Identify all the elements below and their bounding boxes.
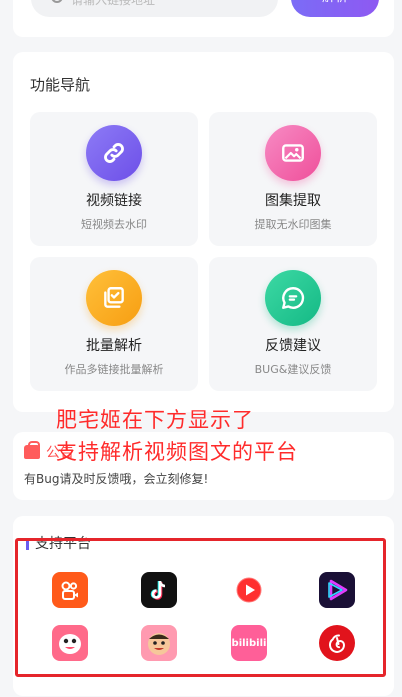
tile-subtitle: 提取无水印图集 xyxy=(254,218,332,231)
batch-icon xyxy=(86,270,142,326)
tile-title: 反馈建议 xyxy=(265,338,321,354)
tile-batch-parse[interactable]: 批量解析 作品多链接批量解析 xyxy=(30,257,198,391)
tile-title: 图集提取 xyxy=(265,193,321,209)
search-card: 请输入链接地址 解析 xyxy=(13,0,394,37)
kuaishou-icon[interactable] xyxy=(52,572,88,608)
tile-title: 批量解析 xyxy=(86,338,142,354)
search-placeholder: 请输入链接地址 xyxy=(71,0,156,7)
tile-subtitle: 作品多链接批量解析 xyxy=(64,363,164,376)
link-icon xyxy=(86,125,142,181)
tile-video-link[interactable]: 视频链接 短视频去水印 xyxy=(30,112,198,246)
bilibili-wordmark: bilibili xyxy=(231,637,267,649)
annotation-line-2: 支持解析视频图文的平台 xyxy=(56,440,298,464)
tile-title: 视频链接 xyxy=(86,193,142,209)
section-title: 功能导航 xyxy=(30,76,91,94)
parse-button[interactable]: 解析 xyxy=(291,0,379,17)
tile-gallery[interactable]: 图集提取 提取无水印图集 xyxy=(209,112,377,246)
tile-subtitle: BUG&建议反馈 xyxy=(254,363,332,376)
bag-icon xyxy=(24,441,40,459)
notice-text: 有Bug请及时反馈哦，会立刻修复! xyxy=(24,472,209,486)
feature-nav-card: 功能导航 视频链接 短视频去水印 图集提取 提取无水印图集 批量解析 作品多链接… xyxy=(13,52,394,412)
netease-icon[interactable] xyxy=(319,625,355,661)
search-icon xyxy=(51,0,63,3)
tiktok-icon[interactable] xyxy=(141,572,177,608)
tile-feedback[interactable]: 反馈建议 BUG&建议反馈 xyxy=(209,257,377,391)
chat-icon xyxy=(265,270,321,326)
face-icon[interactable] xyxy=(141,625,177,661)
play-icon[interactable] xyxy=(231,572,267,608)
video-icon[interactable] xyxy=(319,572,355,608)
image-icon xyxy=(265,125,321,181)
search-input[interactable]: 请输入链接地址 xyxy=(31,0,278,17)
annotation-line-1: 肥宅姬在下方显示了 xyxy=(56,408,254,432)
pipixia-icon[interactable] xyxy=(52,625,88,661)
tile-subtitle: 短视频去水印 xyxy=(81,218,147,231)
bilibili-icon[interactable]: bilibili xyxy=(231,625,267,661)
